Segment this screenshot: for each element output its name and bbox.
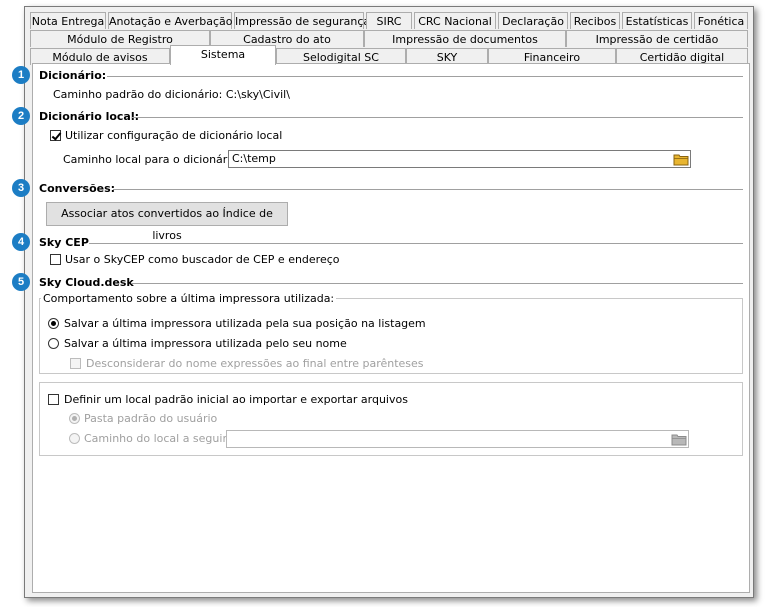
tab-impressao-certidao[interactable]: Impressão de certidão	[566, 30, 748, 47]
tab-recibos[interactable]: Recibos	[570, 12, 620, 29]
callout-badge-1: 1	[12, 66, 30, 84]
default-location-checkbox[interactable]	[48, 394, 59, 405]
section-divider	[107, 76, 743, 77]
tab-crc-nacional[interactable]: CRC Nacional	[414, 12, 496, 29]
tab-sistema[interactable]: Sistema	[170, 45, 276, 65]
section-title-skycep: Sky CEP	[39, 236, 89, 249]
user-default-folder-label: Pasta padrão do usuário	[84, 412, 218, 425]
section-title-conversoes: Conversões:	[39, 182, 116, 195]
ignore-parentheses-checkbox[interactable]	[70, 358, 81, 369]
section-divider	[132, 117, 743, 118]
section-divider	[113, 189, 743, 190]
callout-badge-5: 5	[12, 273, 30, 291]
tab-row-1: Nota Entrega Anotação e Averbação Impres…	[30, 12, 748, 31]
folder-icon[interactable]	[671, 432, 687, 446]
section-title-skycloud: Sky Cloud.desk	[39, 276, 134, 289]
tab-fonetica[interactable]: Fonética	[694, 12, 748, 29]
custom-path-radio[interactable]	[69, 433, 80, 444]
folder-icon[interactable]	[673, 152, 689, 166]
use-local-dictionary-label: Utilizar configuração de dicionário loca…	[65, 129, 283, 142]
callout-badge-2: 2	[12, 107, 30, 125]
section-title-dicionario: Dicionário:	[39, 69, 107, 82]
local-path-label: Caminho local para o dicionário:	[63, 153, 241, 166]
local-path-input[interactable]: C:\temp	[228, 150, 691, 168]
section-divider	[89, 243, 743, 244]
section-title-dicionario-local: Dicionário local:	[39, 110, 140, 123]
callout-badge-4: 4	[12, 233, 30, 251]
tab-nota-entrega[interactable]: Nota Entrega	[30, 12, 106, 29]
sistema-panel: Dicionário: Caminho padrão do dicionário…	[32, 63, 750, 593]
user-default-folder-radio[interactable]	[69, 413, 80, 424]
custom-path-input[interactable]	[226, 430, 689, 448]
tab-declaracao[interactable]: Declaração	[498, 12, 568, 29]
printer-behavior-group-title: Comportamento sobre a última impressora …	[41, 292, 337, 305]
tab-sirc[interactable]: SIRC	[366, 12, 412, 29]
callout-badge-3: 3	[12, 179, 30, 197]
tab-impressao-documentos[interactable]: Impressão de documentos	[364, 30, 566, 47]
dicionario-path-text: Caminho padrão do dicionário: C:\sky\Civ…	[53, 88, 290, 101]
associate-converted-acts-button[interactable]: Associar atos convertidos ao Índice de l…	[46, 202, 288, 242]
save-printer-by-position-label: Salvar a última impressora utilizada pel…	[64, 317, 426, 330]
use-skycep-label: Usar o SkyCEP como buscador de CEP e end…	[65, 253, 340, 266]
tab-anotacao-averbacao[interactable]: Anotação e Averbação	[108, 12, 232, 29]
default-location-label: Definir um local padrão inicial ao impor…	[64, 393, 408, 406]
custom-path-label: Caminho do local a seguir:	[84, 432, 231, 445]
save-printer-by-name-radio[interactable]	[48, 338, 59, 349]
tab-impressao-seguranca[interactable]: Impressão de segurança	[234, 12, 370, 29]
ignore-parentheses-label: Desconsiderar do nome expressões ao fina…	[86, 357, 424, 370]
save-printer-by-position-radio[interactable]	[48, 318, 59, 329]
settings-window: Nota Entrega Anotação e Averbação Impres…	[24, 6, 754, 598]
tab-row-2: Módulo de Registro Cadastro do ato Impre…	[30, 30, 748, 49]
save-printer-by-name-label: Salvar a última impressora utilizada pel…	[64, 337, 347, 350]
use-local-dictionary-checkbox[interactable]	[50, 130, 61, 141]
section-divider	[131, 283, 743, 284]
tab-estatisticas[interactable]: Estatísticas	[622, 12, 692, 29]
use-skycep-checkbox[interactable]	[50, 254, 61, 265]
